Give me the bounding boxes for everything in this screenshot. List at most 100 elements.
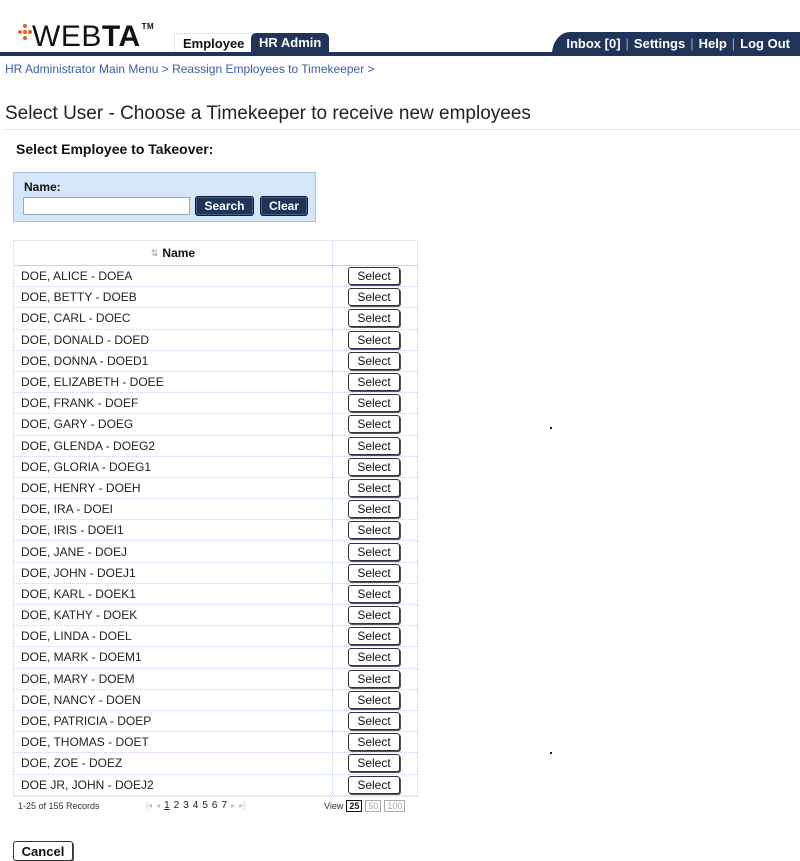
action-column-header (333, 241, 417, 265)
name-column-label: Name (162, 246, 196, 260)
table-row: DOE, JOHN - DOEJ1 Select (14, 562, 417, 584)
help-link[interactable]: Help (699, 36, 727, 51)
table-row: DOE, GLORIA - DOEG1 Select (14, 456, 417, 478)
select-button[interactable]: Select (348, 542, 400, 561)
select-button[interactable]: Select (348, 373, 400, 392)
select-button[interactable]: Select (348, 415, 400, 434)
action-cell: Select (333, 563, 417, 583)
view-25-button[interactable]: 25 (346, 800, 363, 812)
select-button[interactable]: Select (348, 309, 400, 328)
employee-name: DOE JR, JOHN - DOEJ2 (14, 774, 333, 795)
table-row: DOE, IRIS - DOEI1 Select (14, 520, 417, 542)
select-button[interactable]: Select (348, 394, 400, 413)
action-cell: Select (333, 541, 417, 561)
action-cell: Select (333, 775, 417, 795)
employee-name: DOE, NANCY - DOEN (14, 689, 333, 710)
select-button[interactable]: Select (348, 457, 400, 476)
select-button[interactable]: Select (348, 521, 400, 540)
select-button[interactable]: Select (348, 606, 400, 625)
separator: | (731, 35, 736, 51)
table-row: DOE, CARL - DOEC Select (14, 308, 417, 330)
employee-name: DOE, ELIZABETH - DOEE (14, 371, 333, 393)
table-row: DOE, DONNA - DOED1 Select (14, 350, 417, 372)
select-button[interactable]: Select (348, 330, 400, 349)
table-row: DOE, GARY - DOEG Select (14, 414, 417, 436)
settings-link[interactable]: Settings (634, 36, 685, 51)
action-cell: Select (333, 457, 417, 477)
breadcrumb-separator: > (367, 62, 375, 76)
page-link[interactable]: 4 (193, 800, 199, 811)
page-link[interactable]: 1 (164, 800, 170, 811)
select-button[interactable]: Select (348, 478, 400, 497)
table-header: ⇅ Name (14, 241, 417, 266)
table-row: DOE, FRANK - DOEF Select (14, 393, 417, 415)
employee-name: DOE, FRANK - DOEF (14, 393, 333, 414)
page-link[interactable]: 6 (212, 800, 218, 811)
search-panel: Name: Search Clear (13, 172, 316, 222)
select-button[interactable]: Select (348, 669, 400, 688)
prev-page-icon[interactable]: ◂ (156, 801, 160, 810)
select-button[interactable]: Select (348, 584, 400, 603)
page-link[interactable]: 7 (221, 800, 227, 811)
logout-link[interactable]: Log Out (740, 36, 790, 51)
select-button[interactable]: Select (348, 690, 400, 709)
action-cell: Select (333, 711, 417, 731)
table-row: DOE JR, JOHN - DOEJ2 Select (14, 774, 417, 796)
breadcrumb-reassign[interactable]: Reassign Employees to Timekeeper (172, 62, 364, 76)
name-label: Name: (24, 180, 61, 194)
action-cell: Select (333, 753, 417, 773)
clear-button[interactable]: Clear (260, 196, 308, 216)
search-button[interactable]: Search (195, 196, 254, 216)
view-50-button[interactable]: 50 (365, 800, 382, 812)
table-row: DOE, MARK - DOEM1 Select (14, 647, 417, 669)
table-row: DOE, THOMAS - DOET Select (14, 732, 417, 754)
employee-name: DOE, CARL - DOEC (14, 308, 333, 329)
table-row: DOE, KATHY - DOEK Select (14, 605, 417, 627)
inbox-link[interactable]: Inbox [0] (566, 36, 620, 51)
action-cell: Select (333, 372, 417, 392)
select-button[interactable]: Select (348, 775, 400, 794)
app-header: WEBTATM Employee HR Admin Inbox [0] | Se… (0, 0, 800, 56)
employee-name: DOE, GARY - DOEG (14, 414, 333, 435)
employee-name: DOE, KARL - DOEK1 (14, 583, 333, 604)
select-button[interactable]: Select (348, 500, 400, 519)
select-button[interactable]: Select (348, 563, 400, 582)
tab-employee[interactable]: Employee (174, 33, 254, 52)
select-button[interactable]: Select (348, 712, 400, 731)
action-cell: Select (333, 414, 417, 434)
last-page-icon[interactable]: ▸| (239, 801, 245, 810)
page-link[interactable]: 2 (174, 800, 180, 811)
breadcrumb-hr-main-menu[interactable]: HR Administrator Main Menu (5, 62, 158, 76)
employee-name: DOE, HENRY - DOEH (14, 477, 333, 499)
action-cell: Select (333, 605, 417, 625)
page-links: 1234567 (164, 800, 227, 811)
stray-dot (550, 427, 552, 429)
select-button[interactable]: Select (348, 648, 400, 667)
name-search-input[interactable] (23, 197, 190, 215)
action-cell: Select (333, 330, 417, 350)
tab-hr-admin[interactable]: HR Admin (251, 33, 330, 52)
page-link[interactable]: 3 (183, 800, 189, 811)
table-row: DOE, MARY - DOEM Select (14, 668, 417, 690)
pager: |◂ ◂ 1234567 ▸ ▸| (146, 800, 245, 811)
next-page-icon[interactable]: ▸ (231, 801, 235, 810)
select-button[interactable]: Select (348, 733, 400, 752)
table-row: DOE, JANE - DOEJ Select (14, 541, 417, 563)
utility-nav: Inbox [0] | Settings | Help | Log Out (552, 32, 800, 54)
name-column-header[interactable]: ⇅ Name (14, 241, 333, 265)
select-button[interactable]: Select (348, 288, 400, 307)
select-button[interactable]: Select (348, 627, 400, 646)
select-button[interactable]: Select (348, 267, 400, 286)
separator: | (690, 35, 694, 51)
employee-name: DOE, LINDA - DOEL (14, 626, 333, 647)
cancel-button[interactable]: Cancel (13, 841, 73, 861)
first-page-icon[interactable]: |◂ (146, 801, 152, 810)
select-button[interactable]: Select (348, 754, 400, 773)
select-button[interactable]: Select (348, 351, 400, 370)
table-body: DOE, ALICE - DOEA Select DOE, BETTY - DOEB… (14, 266, 417, 796)
view-100-button[interactable]: 100 (384, 800, 406, 812)
page-link[interactable]: 5 (202, 800, 208, 811)
table-row: DOE, ELIZABETH - DOEE Select (14, 371, 417, 394)
action-cell: Select (333, 520, 417, 540)
select-button[interactable]: Select (348, 436, 400, 455)
